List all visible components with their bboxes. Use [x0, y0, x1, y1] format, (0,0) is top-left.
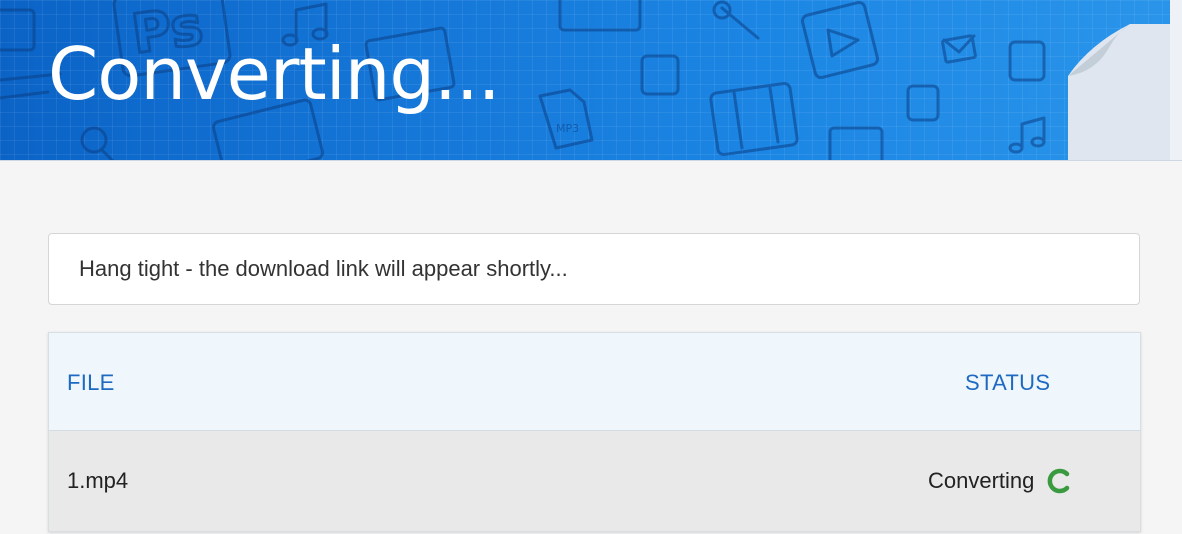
- lock-icon: [1008, 40, 1046, 82]
- table-header: FILE STATUS: [49, 333, 1140, 431]
- film-icon: [709, 82, 799, 156]
- contact-icon: [828, 126, 884, 160]
- column-header-status: STATUS: [965, 370, 1051, 395]
- spinner-icon: [1048, 468, 1070, 494]
- status-notice: Hang tight - the download link will appe…: [48, 233, 1140, 305]
- frame-icon: [558, 0, 642, 32]
- conversion-table: FILE STATUS 1.mp4 Converting: [48, 332, 1141, 532]
- lock-icon: [640, 54, 680, 96]
- status-cell: Converting: [928, 468, 1072, 494]
- header-banner: Ps MP3 Converting...: [0, 0, 1182, 161]
- mp3-file-icon: MP3: [538, 88, 594, 150]
- notice-text: Hang tight - the download link will appe…: [79, 256, 568, 281]
- svg-text:MP3: MP3: [556, 122, 579, 135]
- status-text: Converting: [928, 468, 1035, 493]
- envelope-icon: [941, 34, 977, 64]
- column-header-file: FILE: [67, 370, 115, 395]
- table-row: 1.mp4 Converting: [49, 431, 1140, 534]
- magnifier-icon: [80, 126, 115, 160]
- box-icon: [0, 8, 36, 52]
- music-note-icon: [1008, 116, 1046, 154]
- page-title: Converting...: [48, 32, 501, 116]
- wrench-icon: [712, 0, 760, 40]
- file-name: 1.mp4: [67, 468, 129, 493]
- page-curl-icon: [1068, 0, 1182, 160]
- play-icon: [800, 0, 880, 80]
- lock-icon: [906, 84, 940, 122]
